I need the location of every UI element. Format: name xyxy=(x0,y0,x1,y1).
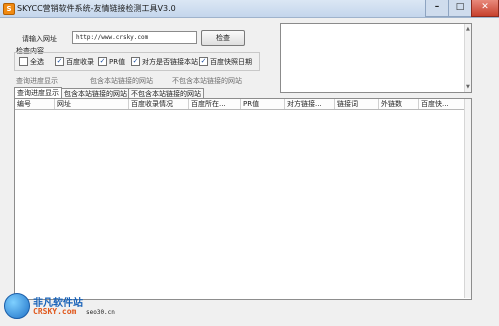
column-header-url[interactable]: 网址 xyxy=(55,99,129,109)
column-header-backlink[interactable]: 对方链接... xyxy=(285,99,335,109)
checkbox-icon xyxy=(19,56,28,66)
url-label: 请输入网址 xyxy=(22,35,57,43)
status-progress: 查询进度显示 xyxy=(16,77,58,85)
checkmark-icon: ✓ xyxy=(199,56,208,66)
check-button[interactable]: 检查 xyxy=(201,30,245,46)
checkbox-label: 全选 xyxy=(30,58,44,66)
minimize-icon: – xyxy=(434,2,440,12)
close-button[interactable]: ✕ xyxy=(471,0,499,17)
output-textarea[interactable]: ▲ ▼ xyxy=(280,23,472,93)
textarea-scrollbar[interactable]: ▲ ▼ xyxy=(464,24,471,92)
maximize-icon: □ xyxy=(455,2,465,12)
checkbox-label: 对方是否链接本站 xyxy=(142,58,198,66)
column-header-snapshot[interactable]: 百度快... xyxy=(419,99,465,109)
table-scrollbar[interactable] xyxy=(464,99,471,298)
minimize-button[interactable]: – xyxy=(425,0,449,17)
watermark: 非凡软件站 CRSKY.com seo30.cn xyxy=(0,293,120,326)
checkmark-icon: ✓ xyxy=(55,56,64,66)
maximize-button[interactable]: □ xyxy=(448,0,472,17)
scroll-down-icon[interactable]: ▼ xyxy=(466,84,470,90)
column-header-anchor[interactable]: 链接词 xyxy=(335,99,379,109)
checkbox-backlink[interactable]: ✓ 对方是否链接本站 xyxy=(131,56,198,66)
checkbox-baidu-index[interactable]: ✓ 百度收录 xyxy=(55,56,94,66)
checkbox-pr[interactable]: ✓ PR值 xyxy=(98,56,126,66)
checkmark-icon: ✓ xyxy=(131,56,140,66)
globe-logo-icon xyxy=(4,293,30,319)
watermark-subtitle: CRSKY.com xyxy=(33,307,77,316)
checkbox-label: 百度快照日期 xyxy=(210,58,252,66)
column-header-id[interactable]: 编号 xyxy=(15,99,55,109)
results-table: 编号 网址 百度收录情况 百度所在... PR值 对方链接... 链接词 外链数… xyxy=(14,98,472,300)
table-header: 编号 网址 百度收录情况 百度所在... PR值 对方链接... 链接词 外链数… xyxy=(15,99,471,110)
checkmark-icon: ✓ xyxy=(98,56,107,66)
status-with-link: 包含本站链接的网站 xyxy=(90,77,153,85)
checkbox-label: PR值 xyxy=(109,58,126,66)
column-header-outlinks[interactable]: 外链数 xyxy=(379,99,419,109)
window-title: SKYCC营销软件系统-友情链接检测工具V3.0 xyxy=(17,4,176,13)
close-icon: ✕ xyxy=(481,2,489,12)
app-icon: S xyxy=(3,3,15,15)
column-header-baidu-rank[interactable]: 百度所在... xyxy=(189,99,241,109)
watermark-url: seo30.cn xyxy=(86,309,115,316)
status-without-link: 不包含本站链接的网站 xyxy=(172,77,242,85)
url-input[interactable]: http://www.crsky.com xyxy=(72,31,197,44)
checkbox-label: 百度收录 xyxy=(66,58,94,66)
column-header-baidu-index[interactable]: 百度收录情况 xyxy=(129,99,189,109)
checkbox-snapshot-date[interactable]: ✓ 百度快照日期 xyxy=(199,56,252,66)
scroll-up-icon[interactable]: ▲ xyxy=(466,26,470,32)
column-header-pr[interactable]: PR值 xyxy=(241,99,285,109)
checkbox-select-all[interactable]: 全选 xyxy=(19,56,44,66)
title-bar: S SKYCC营销软件系统-友情链接检测工具V3.0 – □ ✕ xyxy=(0,0,499,18)
